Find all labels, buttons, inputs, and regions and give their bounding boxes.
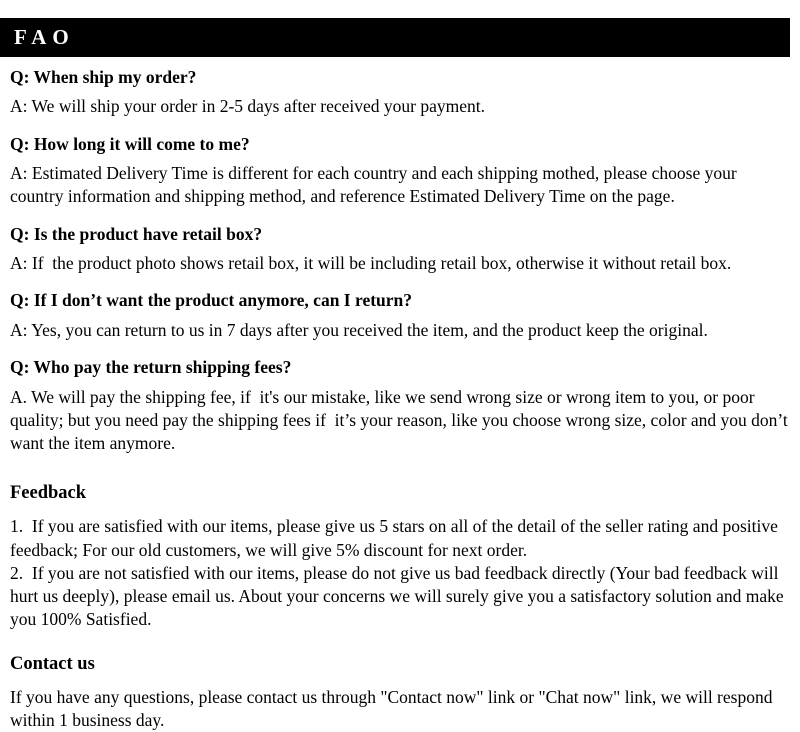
page-content: Q: When ship my order? A: We will ship y…: [10, 66, 788, 732]
faq-answer: A: Estimated Delivery Time is different …: [10, 163, 742, 207]
faq-answer: A: We will ship your order in 2-5 days a…: [10, 96, 486, 117]
faq-item: Q: Who pay the return shipping fees? A. …: [10, 356, 788, 455]
page-header-bar: FAO: [0, 18, 790, 57]
list-item: 2. If you are not satisfied with our ite…: [10, 562, 789, 630]
faq-question: Q: Who pay the return shipping fees?: [10, 357, 292, 378]
contact-text: If you have any questions, please contac…: [10, 686, 777, 730]
faq-question: Q: If I don’t want the product anymore, …: [10, 290, 413, 311]
faq-item: Q: Is the product have retail box? A: If…: [10, 223, 788, 276]
faq-answer: A. We will pay the shipping fee, if it's…: [10, 386, 793, 454]
feedback-section: Feedback 1. If you are satisfied with ou…: [10, 481, 788, 631]
page-title: FAO: [14, 25, 75, 49]
contact-heading: Contact us: [10, 653, 95, 674]
feedback-heading: Feedback: [10, 483, 87, 504]
faq-answer: A: Yes, you can return to us in 7 days a…: [10, 319, 708, 340]
contact-section: Contact us If you have any questions, pl…: [10, 652, 788, 732]
faq-page: FAO Q: When ship my order? A: We will sh…: [0, 0, 800, 730]
faq-question: Q: Is the product have retail box?: [10, 223, 263, 244]
faq-item: Q: When ship my order? A: We will ship y…: [10, 66, 788, 119]
faq-question: Q: How long it will come to me?: [10, 133, 250, 154]
list-item: 1. If you are satisfied with our items, …: [10, 516, 783, 560]
feedback-list: 1. If you are satisfied with our items, …: [10, 515, 788, 631]
faq-answer: A: If the product photo shows retail box…: [10, 253, 732, 274]
faq-item: Q: How long it will come to me? A: Estim…: [10, 133, 788, 209]
faq-question: Q: When ship my order?: [10, 67, 197, 87]
faq-item: Q: If I don’t want the product anymore, …: [10, 289, 788, 342]
